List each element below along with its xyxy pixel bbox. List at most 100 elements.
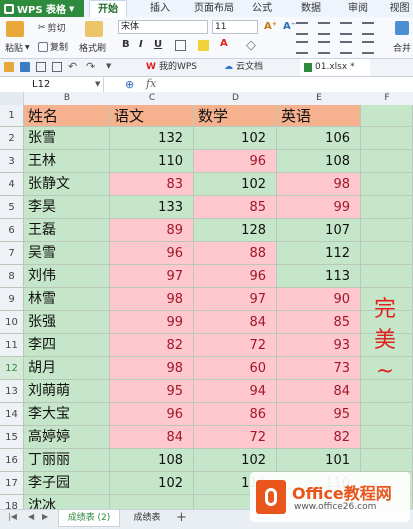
align-top-icon[interactable] [296, 22, 308, 35]
align-right-icon[interactable] [340, 41, 352, 54]
paste-icon[interactable] [6, 21, 24, 37]
open-file-icon[interactable] [4, 62, 14, 72]
table-cell[interactable]: 72 [194, 426, 277, 449]
table-cell[interactable]: 96 [194, 150, 277, 173]
tab-data[interactable]: 数据 [296, 0, 326, 17]
italic-button[interactable]: I [139, 39, 143, 50]
row-header[interactable]: 4 [0, 173, 24, 196]
format-painter-icon[interactable] [85, 21, 103, 37]
column-header-f[interactable]: F [361, 92, 413, 105]
table-cell[interactable]: 84 [194, 311, 277, 334]
table-cell[interactable]: 高婷婷 [24, 426, 110, 449]
row-header[interactable]: 14 [0, 403, 24, 426]
table-cell[interactable]: 108 [277, 150, 361, 173]
table-cell[interactable]: 101 [277, 449, 361, 472]
row-header[interactable]: 8 [0, 265, 24, 288]
tab-home[interactable]: 开始 [89, 0, 127, 17]
row-header[interactable]: 13 [0, 380, 24, 403]
row-header[interactable]: 15 [0, 426, 24, 449]
table-cell[interactable] [361, 173, 413, 196]
table-cell[interactable]: 刘萌萌 [24, 380, 110, 403]
merge-icon[interactable] [395, 21, 409, 35]
fill-color-icon[interactable] [198, 40, 209, 51]
table-cell[interactable]: 102 [194, 127, 277, 150]
table-cell[interactable]: 107 [277, 219, 361, 242]
tab-insert[interactable]: 插入 [140, 0, 180, 17]
clear-format-icon[interactable]: ◇ [246, 38, 256, 53]
font-color-icon[interactable]: A [220, 38, 228, 49]
bold-button[interactable]: B [122, 39, 130, 50]
table-cell[interactable]: 84 [277, 380, 361, 403]
table-cell[interactable]: 110 [110, 150, 194, 173]
table-cell[interactable]: 王磊 [24, 219, 110, 242]
name-box-dropdown-icon[interactable]: ▼ [95, 80, 100, 88]
table-cell[interactable]: 90 [277, 288, 361, 311]
table-cell[interactable]: 102 [110, 472, 194, 495]
app-menu-button[interactable]: WPS 表格 ▼ [0, 0, 84, 17]
row-header[interactable]: 9 [0, 288, 24, 311]
table-cell[interactable]: 98 [277, 173, 361, 196]
table-cell[interactable]: 张静文 [24, 173, 110, 196]
table-cell[interactable] [361, 449, 413, 472]
table-cell[interactable]: 85 [194, 196, 277, 219]
undo-icon[interactable]: ↶ [68, 60, 77, 73]
table-cell[interactable]: 96 [194, 265, 277, 288]
format-painter-button[interactable]: 格式刷 [79, 41, 106, 54]
align-bottom-icon[interactable] [340, 22, 352, 35]
table-cell[interactable]: 96 [110, 242, 194, 265]
formula-input[interactable] [165, 77, 413, 92]
table-cell[interactable]: 132 [110, 127, 194, 150]
row-header[interactable]: 11 [0, 334, 24, 357]
table-cell[interactable]: 88 [194, 242, 277, 265]
table-cell[interactable]: 林雪 [24, 288, 110, 311]
doc-tab-cloud[interactable]: ☁ 云文档 [224, 59, 263, 76]
table-cell[interactable]: 102 [194, 449, 277, 472]
table-cell[interactable]: 李昊 [24, 196, 110, 219]
column-header-d[interactable]: D [194, 92, 277, 105]
customize-icon[interactable]: ▼ [106, 62, 111, 70]
shrink-font-icon[interactable]: A⁻ [283, 21, 296, 32]
table-cell[interactable]: 93 [277, 334, 361, 357]
table-cell[interactable]: 72 [194, 334, 277, 357]
table-cell[interactable] [361, 150, 413, 173]
table-cell[interactable]: 李子园 [24, 472, 110, 495]
table-header-cell[interactable]: 数学 [194, 105, 277, 127]
align-middle-icon[interactable] [318, 22, 330, 35]
table-cell[interactable]: 112 [277, 242, 361, 265]
table-cell[interactable]: 97 [194, 288, 277, 311]
select-all-corner[interactable] [0, 92, 24, 105]
border-icon[interactable] [175, 40, 186, 51]
table-cell[interactable]: 丁丽丽 [24, 449, 110, 472]
merge-button[interactable]: 合并 [393, 41, 411, 54]
row-header[interactable]: 12 [0, 357, 24, 380]
table-cell[interactable] [361, 105, 413, 127]
table-cell[interactable]: 89 [110, 219, 194, 242]
doc-tab-active[interactable]: 01.xlsx * [300, 59, 370, 76]
table-cell[interactable]: 王林 [24, 150, 110, 173]
next-sheet-icon[interactable]: ▶ [42, 512, 48, 521]
table-cell[interactable]: 73 [277, 357, 361, 380]
fx-icon[interactable]: fx [146, 77, 156, 90]
preview-icon[interactable] [52, 62, 62, 72]
table-cell[interactable]: 张强 [24, 311, 110, 334]
row-header[interactable]: 7 [0, 242, 24, 265]
table-cell[interactable]: 95 [277, 403, 361, 426]
row-header[interactable]: 1 [0, 105, 24, 127]
table-cell[interactable]: 106 [277, 127, 361, 150]
table-header-cell[interactable]: 姓名 [24, 105, 110, 127]
table-cell[interactable]: 85 [277, 311, 361, 334]
table-cell[interactable]: 98 [110, 288, 194, 311]
underline-button[interactable]: U [154, 39, 162, 50]
column-header-c[interactable]: C [110, 92, 194, 105]
table-cell[interactable]: 94 [194, 380, 277, 403]
table-cell[interactable]: 102 [194, 173, 277, 196]
cut-button[interactable]: ✂ 剪切 [38, 21, 66, 35]
print-icon[interactable] [36, 62, 46, 72]
first-sheet-icon[interactable]: |◀ [8, 512, 17, 521]
table-cell[interactable]: 张雪 [24, 127, 110, 150]
table-cell[interactable]: 李四 [24, 334, 110, 357]
column-header-b[interactable]: B [24, 92, 110, 105]
sheet-tab-active[interactable]: 成绩表 (2) [58, 510, 120, 527]
table-cell[interactable]: 吴雪 [24, 242, 110, 265]
table-cell[interactable]: 99 [277, 196, 361, 219]
